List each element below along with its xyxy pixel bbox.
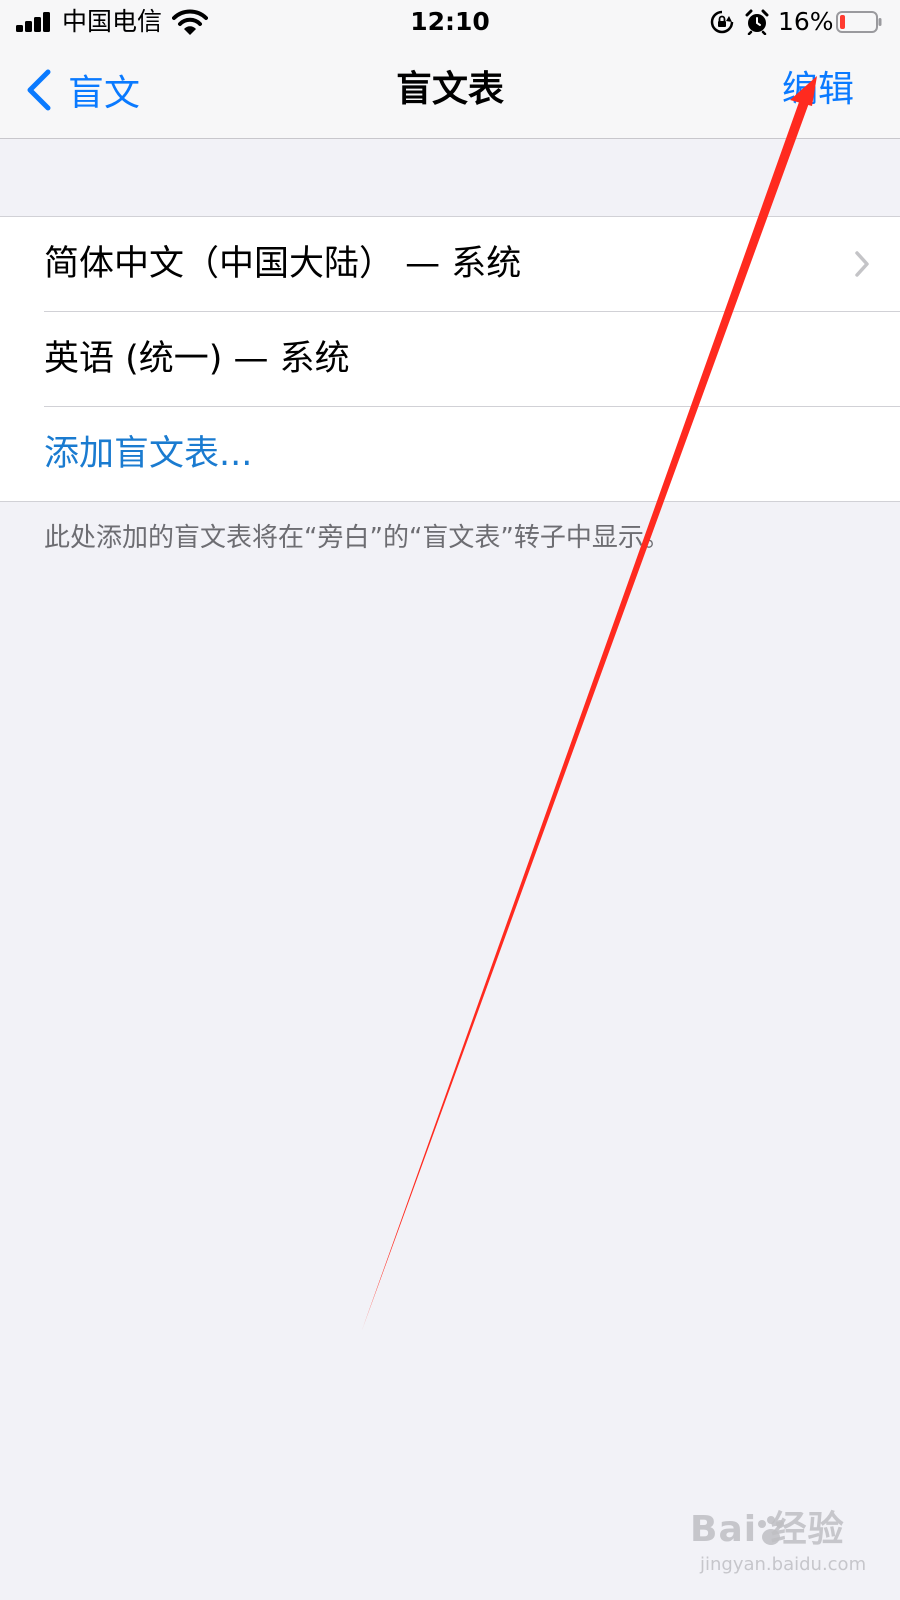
- page-title: 盲文表: [395, 69, 504, 110]
- status-bar: 中国电信 12:10 16%: [0, 0, 900, 44]
- paw-icon: [758, 1516, 784, 1545]
- watermark-url: jingyan.baidu.com: [700, 1554, 867, 1575]
- navigation-bar: 盲文 盲文表 编辑: [0, 44, 900, 139]
- baidu-jingyan-watermark: Bai 经验 jingyan.baidu.com: [690, 1508, 886, 1588]
- section-footnote: 此处添加的盲文表将在“旁白”的“盲文表”转子中显示。: [44, 523, 670, 553]
- list-item-label: 简体中文（中国大陆） — 系统: [44, 244, 522, 284]
- list-item-english-unified[interactable]: 英语 (统一) — 系统: [44, 312, 900, 407]
- alarm-icon: [745, 9, 769, 35]
- rotation-lock-icon: [710, 10, 734, 34]
- add-braille-table-label: 添加盲文表...: [44, 434, 253, 474]
- list-item-label: 英语 (统一) — 系统: [44, 339, 350, 379]
- battery-icon: [836, 11, 882, 33]
- list-item-simplified-chinese[interactable]: 简体中文（中国大陆） — 系统: [44, 217, 900, 312]
- chevron-right-icon: [855, 251, 869, 277]
- add-braille-table-button[interactable]: 添加盲文表...: [44, 407, 900, 501]
- battery-percent: 16%: [778, 7, 834, 36]
- edit-button[interactable]: 编辑: [782, 66, 854, 114]
- braille-table-list: 简体中文（中国大陆） — 系统 英语 (统一) — 系统 添加盲文表...: [0, 216, 900, 502]
